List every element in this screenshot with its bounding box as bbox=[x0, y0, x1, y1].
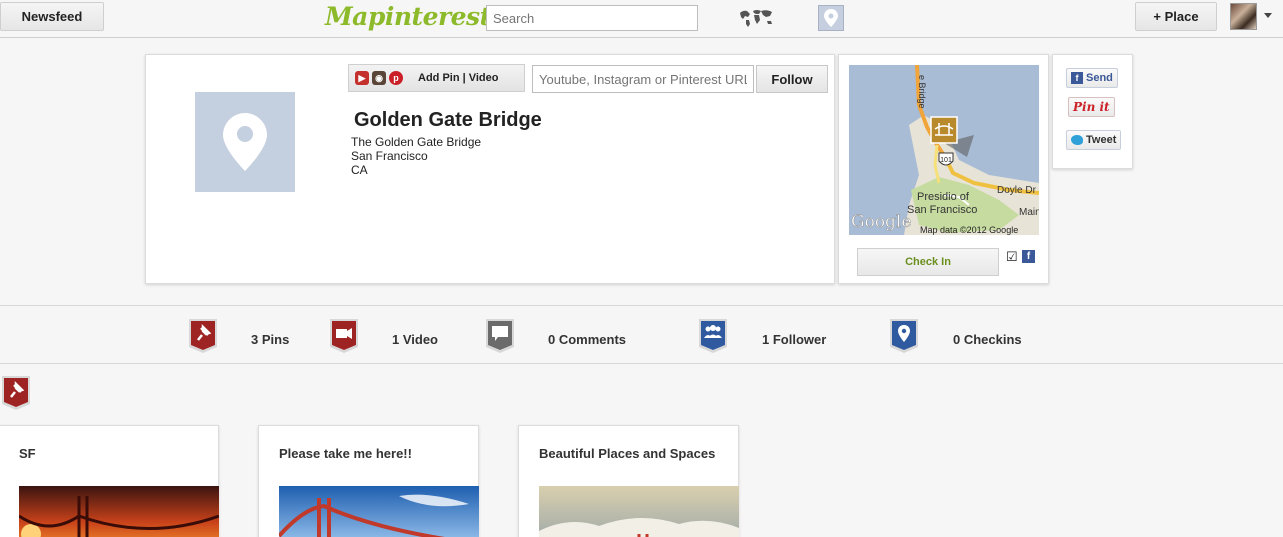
comment-icon[interactable] bbox=[486, 319, 514, 353]
pin-it-label: Pin it bbox=[1073, 100, 1110, 114]
board-title[interactable]: Beautiful Places and Spaces bbox=[539, 446, 715, 461]
checkins-count[interactable]: 0 Checkins bbox=[953, 332, 1022, 347]
board-image[interactable] bbox=[19, 486, 219, 537]
map[interactable]: 101 e Bridge Presidio of San Francisco D… bbox=[849, 65, 1039, 235]
board-image[interactable] bbox=[279, 486, 479, 537]
board-card[interactable]: Please take me here!! bbox=[258, 425, 479, 537]
add-place-button[interactable]: + Place bbox=[1135, 2, 1217, 31]
place-card: ▶ ◉ p Add Pin | Video Follow Golden Gate… bbox=[145, 54, 835, 284]
place-title: Golden Gate Bridge bbox=[354, 109, 542, 131]
media-url-input[interactable] bbox=[532, 65, 754, 93]
pin-it-button[interactable]: Pin it bbox=[1068, 97, 1115, 117]
route-label: 101 bbox=[940, 157, 952, 164]
board-title[interactable]: Please take me here!! bbox=[279, 446, 412, 461]
caret-down-icon[interactable] bbox=[1264, 13, 1272, 18]
board-card[interactable]: SF bbox=[0, 425, 219, 537]
address-line: The Golden Gate Bridge bbox=[351, 135, 482, 149]
my-location-button[interactable] bbox=[818, 5, 844, 31]
map-label: Presidio of bbox=[917, 191, 970, 203]
share-checkbox[interactable]: ☑ bbox=[1006, 249, 1018, 265]
tweet-label: Tweet bbox=[1086, 134, 1117, 146]
location-pin-icon bbox=[824, 9, 838, 27]
board-image[interactable] bbox=[539, 486, 739, 537]
place-thumbnail bbox=[195, 92, 295, 192]
twitter-icon bbox=[1071, 135, 1083, 145]
pinterest-icon: p bbox=[389, 71, 403, 85]
location-icon[interactable] bbox=[890, 319, 918, 353]
video-icon[interactable] bbox=[330, 319, 358, 353]
map-card: 101 e Bridge Presidio of San Francisco D… bbox=[838, 54, 1049, 284]
pin-icon bbox=[2, 376, 30, 410]
followers-icon[interactable] bbox=[699, 319, 727, 353]
add-pin-video-button[interactable]: ▶ ◉ p Add Pin | Video bbox=[348, 64, 525, 92]
board-card[interactable]: Beautiful Places and Spaces bbox=[518, 425, 739, 537]
newsfeed-button[interactable]: Newsfeed bbox=[0, 2, 104, 31]
follow-button[interactable]: Follow bbox=[756, 65, 828, 93]
address-line: CA bbox=[351, 163, 368, 177]
instagram-icon: ◉ bbox=[372, 71, 386, 85]
address-line: San Francisco bbox=[351, 149, 428, 163]
map-credit: Map data ©2012 Google bbox=[920, 225, 1018, 235]
youtube-icon: ▶ bbox=[355, 71, 369, 85]
search-input[interactable] bbox=[486, 5, 698, 31]
social-card: f Send Pin it Tweet bbox=[1052, 54, 1133, 169]
map-label: Main bbox=[1019, 207, 1039, 218]
comments-count[interactable]: 0 Comments bbox=[548, 332, 626, 347]
map-label: San Francisco bbox=[907, 204, 977, 216]
followers-count[interactable]: 1 Follower bbox=[762, 332, 826, 347]
world-map-icon[interactable] bbox=[737, 8, 775, 28]
map-label: e Bridge bbox=[917, 75, 927, 109]
facebook-send-button[interactable]: f Send bbox=[1066, 68, 1118, 88]
add-pin-label: Add Pin | Video bbox=[418, 72, 499, 84]
logo[interactable]: Mapinterest bbox=[325, 2, 491, 31]
send-label: Send bbox=[1086, 72, 1113, 84]
facebook-icon: f bbox=[1071, 72, 1083, 84]
avatar[interactable] bbox=[1230, 3, 1257, 30]
google-logo: Google bbox=[851, 212, 911, 232]
top-bar: Newsfeed Mapinterest + Place bbox=[0, 0, 1283, 38]
videos-count[interactable]: 1 Video bbox=[392, 332, 438, 347]
location-pin-icon bbox=[223, 113, 267, 171]
board-title[interactable]: SF bbox=[19, 446, 36, 461]
check-in-button[interactable]: Check In bbox=[857, 248, 999, 276]
map-label: Doyle Dr bbox=[997, 185, 1037, 196]
pin-icon[interactable] bbox=[189, 319, 217, 353]
bridge-marker[interactable] bbox=[930, 116, 958, 144]
pins-count[interactable]: 3 Pins bbox=[251, 332, 289, 347]
facebook-icon[interactable]: f bbox=[1022, 250, 1035, 263]
tweet-button[interactable]: Tweet bbox=[1066, 130, 1122, 150]
